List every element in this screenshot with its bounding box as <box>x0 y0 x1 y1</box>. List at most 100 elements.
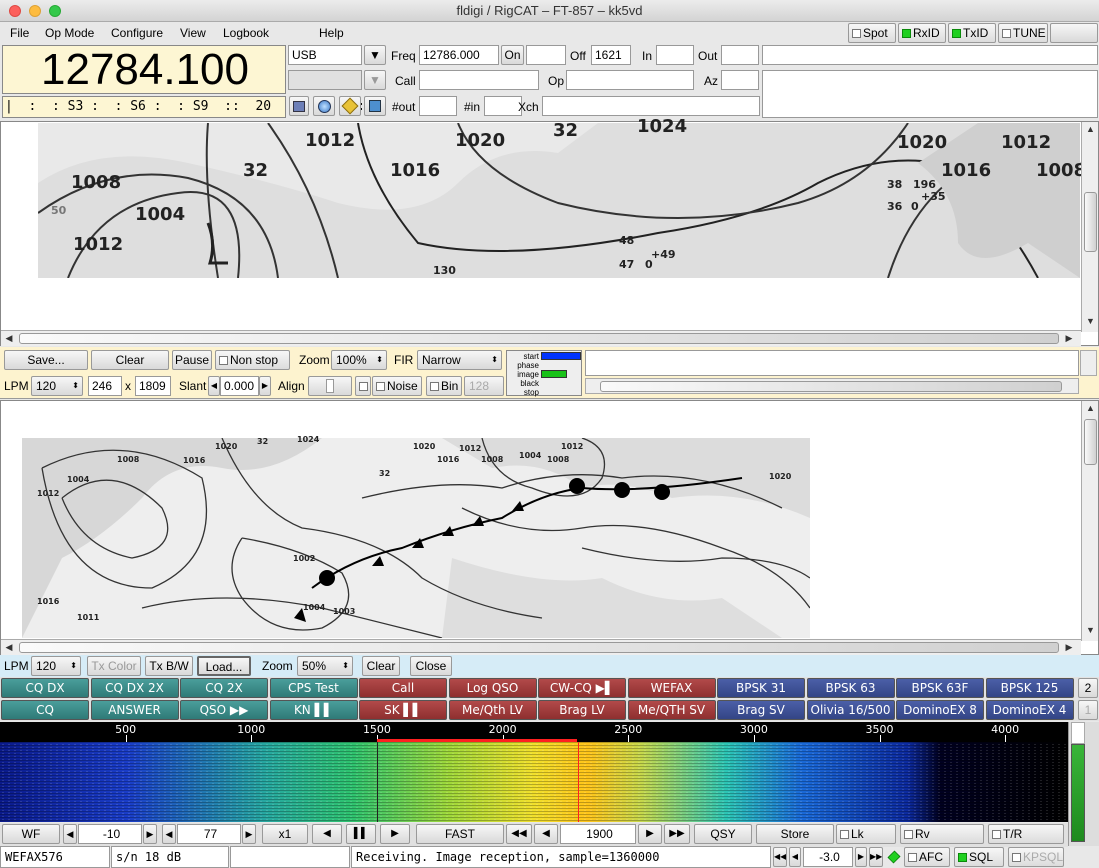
scroll-thumb[interactable] <box>1084 192 1097 252</box>
carrier-fast-down-button[interactable]: ◀◀ <box>506 824 532 844</box>
tr-toggle[interactable]: T/R <box>988 824 1064 844</box>
macro-button[interactable]: SK ▌▌ <box>359 700 447 720</box>
menu-configure[interactable]: Configure <box>111 26 163 40</box>
rx-status-hscroll[interactable] <box>585 378 1079 394</box>
qth-notes-field[interactable] <box>762 70 1098 118</box>
serial-out-field[interactable] <box>419 96 457 116</box>
macro-button[interactable]: Brag LV <box>538 700 626 720</box>
menu-help[interactable]: Help <box>319 26 344 40</box>
serial-in-field[interactable] <box>484 96 522 116</box>
bandwidth-dropdown-button[interactable]: ▼ <box>364 70 386 90</box>
save-image-button[interactable]: Save... <box>4 350 88 370</box>
save-log-button[interactable] <box>364 96 386 116</box>
macro-button[interactable]: CW-CQ ▶▌ <box>538 678 626 698</box>
tx-color-button[interactable]: Tx Color <box>87 656 141 676</box>
macro-button[interactable]: CQ DX 2X <box>90 678 179 698</box>
rxid-toggle[interactable]: RxID <box>898 23 946 43</box>
call-field[interactable] <box>419 70 539 90</box>
sql-toggle[interactable]: SQL <box>954 847 1004 867</box>
macro-button[interactable]: BPSK 125 <box>985 678 1074 698</box>
scroll-up-icon[interactable]: ▲ <box>1082 124 1099 134</box>
on-time-button[interactable]: On <box>501 45 524 65</box>
macro-button[interactable]: Log QSO <box>448 678 537 698</box>
macro-button[interactable]: Call <box>359 678 447 698</box>
off-time-field[interactable]: 1621 <box>591 45 631 65</box>
menu-file[interactable]: File <box>10 26 29 40</box>
clear-rx-button[interactable]: Clear <box>91 350 169 370</box>
scroll-up-icon[interactable]: ▲ <box>1082 403 1099 413</box>
range-increase-button[interactable]: ▶ <box>242 824 256 844</box>
squelch-up-button[interactable]: ▶ <box>855 847 867 867</box>
macro-button[interactable]: KN ▌▌ <box>269 700 358 720</box>
slant-field[interactable]: 0.000 <box>220 376 259 396</box>
azimuth-field[interactable] <box>721 70 759 90</box>
spot-toggle[interactable]: Spot <box>848 23 896 43</box>
scroll-left-button[interactable]: ◀ <box>312 824 342 844</box>
macro-button[interactable]: DominoEX 4 <box>985 700 1074 720</box>
tx-vertical-scrollbar[interactable]: ▲ ▼ <box>1081 401 1098 641</box>
mode-dropdown-button[interactable]: ▼ <box>364 45 386 65</box>
scroll-right-icon[interactable]: ▶ <box>1063 642 1075 653</box>
reverse-toggle[interactable]: Rv <box>900 824 984 844</box>
scroll-thumb[interactable] <box>19 333 1059 344</box>
rx-lpm-select[interactable]: 120 ⬍ <box>31 376 83 396</box>
frequency-display[interactable]: 12784.100 <box>2 45 286 94</box>
squelch-down-button[interactable]: ◀ <box>789 847 801 867</box>
macro-button[interactable]: QSO ▶▶ <box>180 700 268 720</box>
carrier-fast-up-button[interactable]: ▶▶ <box>664 824 690 844</box>
rst-in-field[interactable] <box>656 45 694 65</box>
close-tx-button[interactable]: Close <box>410 656 452 676</box>
tx-bw-button[interactable]: Tx B/W <box>145 656 193 676</box>
scroll-thumb[interactable] <box>600 381 1062 392</box>
lock-toggle[interactable]: Lk <box>836 824 896 844</box>
macro-button[interactable]: WEFAX <box>627 678 716 698</box>
macro-button[interactable]: ANSWER <box>90 700 179 720</box>
pause-wf-button[interactable]: ▌▌ <box>346 824 376 844</box>
scroll-right-button[interactable]: ▶ <box>380 824 410 844</box>
macro-button[interactable]: Olivia 16/500 <box>806 700 895 720</box>
carrier-frequency-field[interactable]: 1900 <box>560 824 636 844</box>
rx-vertical-scrollbar[interactable]: ▲ ▼ <box>1081 122 1098 332</box>
close-window-button[interactable] <box>9 5 21 17</box>
wf-reference-level[interactable]: -10 <box>78 824 142 844</box>
tune-toggle[interactable]: TUNE <box>998 23 1048 43</box>
macro-button[interactable]: Me/Qth LV <box>448 700 537 720</box>
scroll-left-icon[interactable]: ◀ <box>3 642 15 653</box>
bin-threshold-spinner[interactable]: 128 <box>464 376 504 396</box>
slider-handle[interactable] <box>326 379 334 393</box>
macro-button[interactable]: BPSK 63 <box>806 678 895 698</box>
noise-toggle[interactable]: Noise <box>372 376 422 396</box>
menu-op-mode[interactable]: Op Mode <box>45 26 94 40</box>
ref-decrease-button[interactable]: ◀ <box>63 824 77 844</box>
rst-out-field[interactable] <box>721 45 759 65</box>
squelch-fast-up-button[interactable]: ▶▶ <box>869 847 883 867</box>
mode-select[interactable]: USB <box>288 45 362 65</box>
squelch-fast-down-button[interactable]: ◀◀ <box>773 847 787 867</box>
log-qso-icon-button[interactable] <box>289 96 309 116</box>
fir-select[interactable]: Narrow ⬍ <box>417 350 502 370</box>
macro-button[interactable]: CQ DX <box>1 678 89 698</box>
range-decrease-button[interactable]: ◀ <box>162 824 176 844</box>
macro-set-button-top[interactable]: 2 <box>1078 678 1098 698</box>
align-toggle[interactable] <box>355 376 371 396</box>
non-stop-toggle[interactable]: Non stop <box>215 350 290 370</box>
macro-button[interactable]: Me/QTH SV <box>627 700 716 720</box>
wf-zoom-button[interactable]: x1 <box>262 824 308 844</box>
kpsql-toggle[interactable]: KPSQL <box>1008 847 1064 867</box>
macro-button[interactable]: Brag SV <box>717 700 805 720</box>
operator-field[interactable] <box>566 70 694 90</box>
wf-mode-button[interactable]: WF <box>2 824 60 844</box>
waterfall-display[interactable] <box>0 742 1068 822</box>
macro-button[interactable]: DominoEX 8 <box>896 700 984 720</box>
slant-decrease-button[interactable]: ◀ <box>208 376 220 396</box>
zoom-window-button[interactable] <box>49 5 61 17</box>
txid-toggle[interactable]: TxID <box>948 23 996 43</box>
macro-button[interactable]: BPSK 63F <box>896 678 984 698</box>
store-button[interactable]: Store <box>756 824 834 844</box>
carrier-up-button[interactable]: ▶ <box>638 824 662 844</box>
tx-horizontal-scrollbar[interactable]: ◀ ▶ <box>1 639 1081 655</box>
scroll-thumb[interactable] <box>1084 419 1097 465</box>
clear-log-button[interactable] <box>339 96 361 116</box>
minimize-window-button[interactable] <box>29 5 41 17</box>
scroll-down-icon[interactable]: ▼ <box>1082 625 1099 635</box>
